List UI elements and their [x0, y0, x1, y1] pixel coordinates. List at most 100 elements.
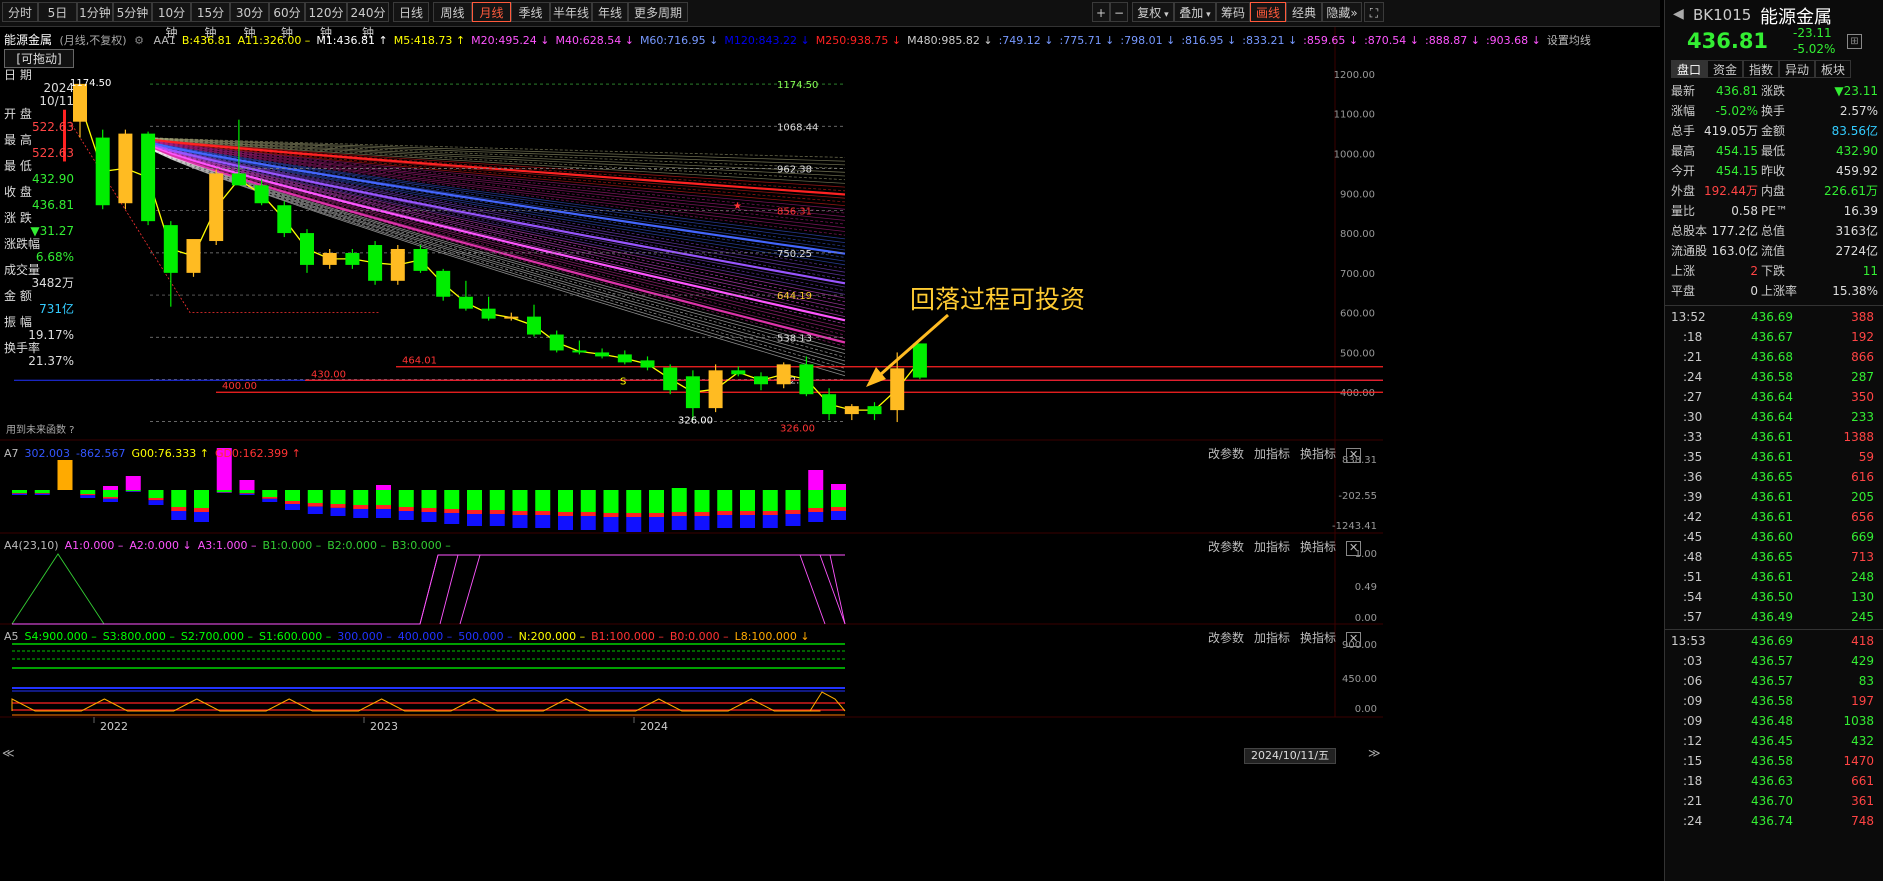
period-button-8[interactable]: 120分钟: [305, 2, 347, 40]
period-button-4[interactable]: 10分钟: [152, 2, 191, 40]
candle-body: [844, 406, 859, 415]
osc-bar: [285, 490, 300, 501]
period-button-13[interactable]: 季线: [511, 2, 550, 22]
tick-volume: 1038: [1843, 714, 1874, 728]
period-button-0[interactable]: 分时: [2, 2, 38, 22]
osc-bar: [717, 515, 733, 528]
osc-bar: [444, 513, 460, 524]
tool-button-1[interactable]: 叠加 ▾: [1174, 2, 1216, 22]
back-arrow-icon[interactable]: ◀: [1673, 6, 1684, 22]
stat-value: 454.15: [1716, 144, 1758, 158]
swap-indicator-button[interactable]: 换指标: [1300, 447, 1336, 461]
tick-time: 13:53: [1671, 634, 1706, 648]
osc-bar: [216, 490, 232, 492]
period-button-9[interactable]: 240分钟: [347, 2, 389, 40]
swap-indicator-button[interactable]: 换指标: [1300, 540, 1336, 554]
level-label: 538.13: [777, 333, 812, 344]
candle-body: [731, 370, 746, 375]
tick-volume: 388: [1851, 310, 1874, 324]
tool-button-0[interactable]: 复权 ▾: [1132, 2, 1174, 22]
add-indicator-button[interactable]: 加指标: [1254, 631, 1290, 645]
info-value: 21.37%: [28, 354, 74, 368]
osc-bar: [376, 485, 391, 490]
period-button-6[interactable]: 30分钟: [230, 2, 269, 40]
add-indicator-button[interactable]: 加指标: [1254, 447, 1290, 461]
zoom-in-icon[interactable]: +: [1092, 2, 1110, 22]
close-icon[interactable]: ✕: [1346, 448, 1362, 463]
period-button-16[interactable]: 更多周期: [628, 2, 688, 22]
tool-button-4[interactable]: 经典: [1286, 2, 1322, 22]
edit-params-button[interactable]: 改参数: [1208, 540, 1244, 554]
candle-body: [640, 360, 655, 368]
candle-body: [504, 316, 519, 319]
stat-value: 226.61万: [1824, 184, 1878, 198]
stat-row: 最高 454.15 最低 432.90: [1671, 141, 1878, 161]
quote-tab-2[interactable]: 指数: [1743, 60, 1779, 78]
edit-params-button[interactable]: 改参数: [1208, 631, 1244, 645]
fullscreen-icon[interactable]: ⛶: [1364, 2, 1384, 22]
osc-bar: [444, 490, 460, 509]
quote-tab-4[interactable]: 板块: [1815, 60, 1851, 78]
period-button-7[interactable]: 60分钟: [269, 2, 305, 40]
y-axis-label: 600.00: [1340, 309, 1375, 320]
add-indicator-button[interactable]: 加指标: [1254, 540, 1290, 554]
quote-tab-3[interactable]: 异动: [1779, 60, 1815, 78]
tick-volume: 59: [1858, 450, 1874, 464]
tool-button-5[interactable]: 隐藏»: [1322, 2, 1362, 22]
edit-params-button[interactable]: 改参数: [1208, 447, 1244, 461]
ma-item[interactable]: 设置均线: [1547, 34, 1591, 47]
osc-bar: [376, 490, 391, 505]
scroll-left-icon[interactable]: ≪: [2, 746, 15, 760]
period-button-14[interactable]: 半年线: [550, 2, 592, 22]
quote-tab-1[interactable]: 资金: [1707, 60, 1743, 78]
candle-body: [617, 354, 632, 363]
period-button-11[interactable]: 周线: [433, 2, 472, 22]
tick-price: 436.48: [1751, 714, 1793, 728]
scroll-right-icon[interactable]: ≫: [1368, 746, 1381, 760]
stat-row: 涨幅 -5.02% 换手 2.57%: [1671, 101, 1878, 121]
data-info-panel[interactable]: [可拖动] 日 期 2024 10/11 开 盘 522.63 最 高 522.63 最 低4…: [4, 49, 74, 368]
osc-bar: [558, 490, 573, 512]
period-button-10[interactable]: 日线: [393, 2, 429, 22]
settings-icon[interactable]: ⚙: [134, 34, 144, 47]
chart-title: 能源金属: [4, 33, 53, 47]
stat-value: 83.56亿: [1831, 124, 1878, 138]
zoom-out-icon[interactable]: −: [1110, 2, 1128, 22]
swap-indicator-button[interactable]: 换指标: [1300, 631, 1336, 645]
y-axis-label: 1100.00: [1334, 110, 1375, 121]
tick-price: 436.61: [1751, 570, 1793, 584]
period-button-1[interactable]: 5日: [38, 2, 77, 22]
sub2-y-label: 0.49: [1355, 582, 1377, 593]
tick-list[interactable]: 13:52 436.69 388:18 436.67 192:21 436.68 866:2…: [1665, 305, 1883, 881]
osc-bar: [171, 490, 187, 507]
ma-legend: 能源金属 (月线,不复权) ⚙ AA1 B:436.81 A11:326.00 – M…: [4, 31, 1591, 48]
drag-badge[interactable]: [可拖动]: [4, 49, 74, 68]
osc-bar: [307, 490, 323, 503]
tick-row: :18 436.63 661: [1671, 771, 1878, 791]
period-button-5[interactable]: 15分钟: [191, 2, 230, 40]
tick-price: 436.61: [1751, 430, 1793, 444]
tick-row: :18 436.67 192: [1671, 327, 1878, 347]
tick-time: :09: [1683, 694, 1703, 708]
period-button-15[interactable]: 年线: [592, 2, 628, 22]
tick-row: :12 436.45 432: [1671, 731, 1878, 751]
tick-time: :27: [1683, 390, 1703, 404]
osc-bar: [80, 495, 96, 498]
tool-button-label: 筹码: [1220, 6, 1245, 20]
close-icon[interactable]: ✕: [1346, 541, 1362, 556]
ma-item: M60:716.95 ↓: [639, 34, 719, 47]
indicator-value: GD0:162.399 ↑: [214, 447, 301, 460]
indicator-value: B3:0.000 –: [391, 539, 451, 552]
quote-tab-0[interactable]: 盘口: [1671, 60, 1707, 78]
tick-time: :21: [1683, 350, 1703, 364]
period-button-3[interactable]: 5分钟: [113, 2, 152, 22]
chart-mode: (月线,不复权): [59, 34, 127, 47]
expand-icon[interactable]: ⊞: [1847, 34, 1862, 49]
period-button-2[interactable]: 1分钟: [77, 2, 113, 22]
close-icon[interactable]: ✕: [1346, 632, 1362, 647]
period-button-12[interactable]: 月线: [472, 2, 511, 22]
tool-button-3[interactable]: 画线: [1250, 2, 1286, 22]
tick-price: 436.57: [1751, 654, 1793, 668]
tick-volume: 83: [1858, 674, 1874, 688]
tool-button-2[interactable]: 筹码: [1216, 2, 1250, 22]
